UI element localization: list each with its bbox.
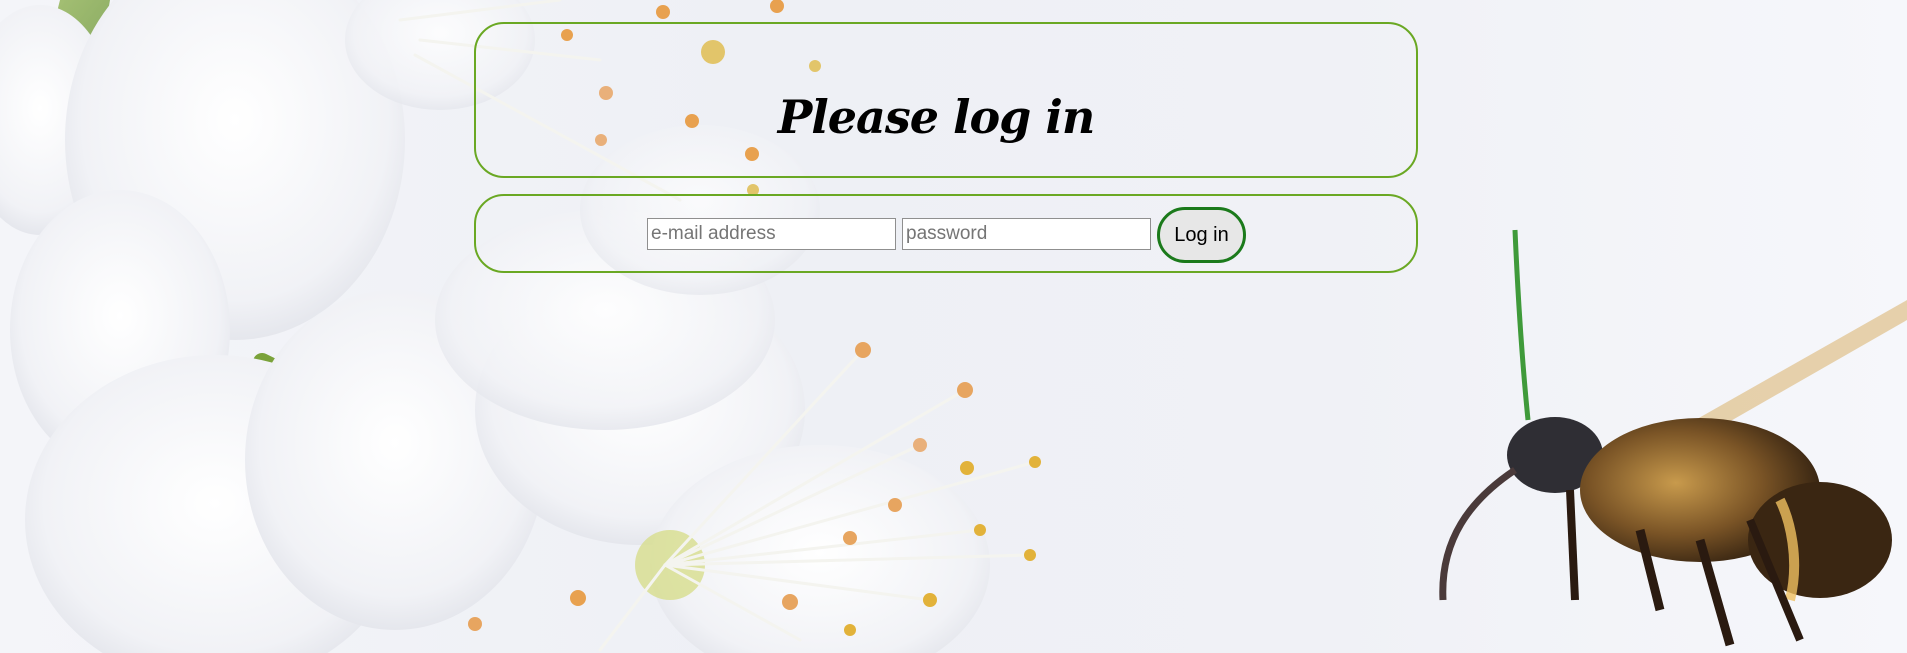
bee-illustration bbox=[1439, 229, 1907, 647]
page-title: Please log in bbox=[777, 90, 1096, 144]
password-field[interactable] bbox=[902, 218, 1151, 250]
email-field[interactable] bbox=[647, 218, 896, 250]
log-in-button[interactable]: Log in bbox=[1157, 207, 1246, 263]
title-panel: Please log in bbox=[474, 22, 1418, 178]
